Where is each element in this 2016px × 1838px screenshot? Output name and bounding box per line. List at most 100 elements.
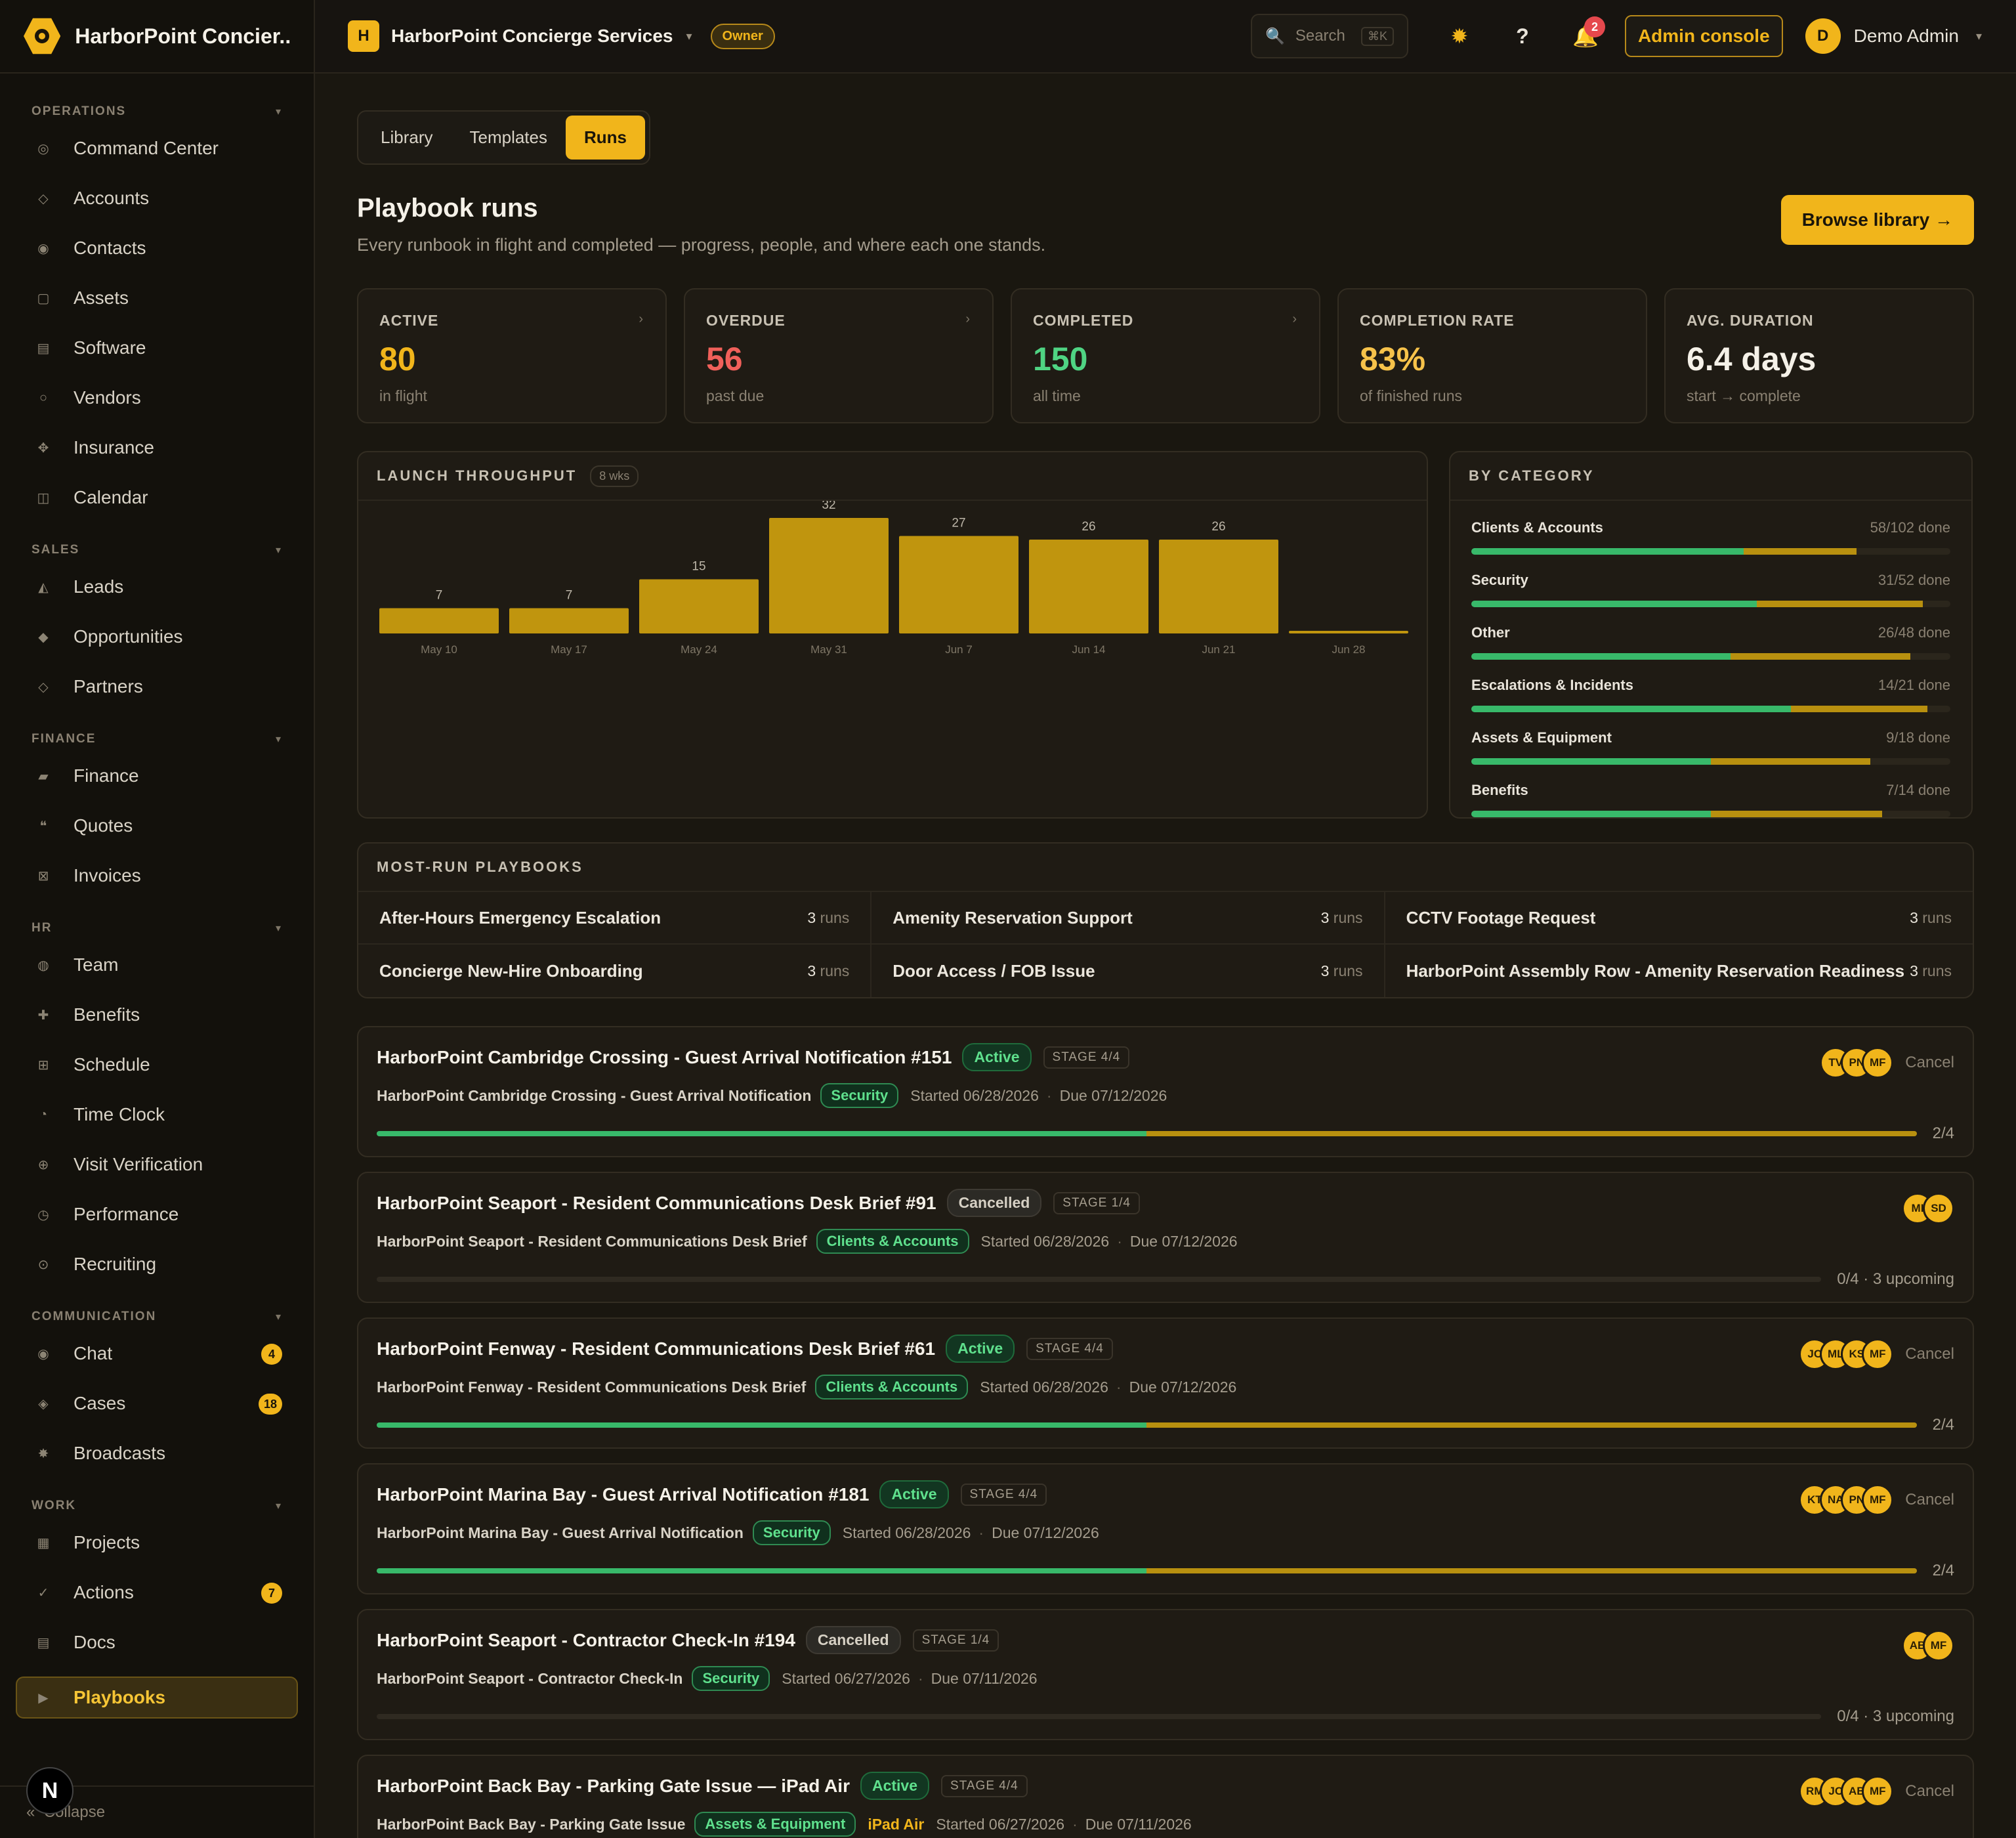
sidebar-item-software[interactable]: ▤ Software bbox=[0, 323, 314, 373]
sidebar-item-docs[interactable]: ▤ Docs bbox=[0, 1617, 314, 1667]
nav-section-header[interactable]: OPERATIONS ▾ bbox=[0, 100, 314, 123]
stat-card-completed[interactable]: COMPLETED 150 all time › bbox=[1011, 288, 1320, 423]
most-run-item[interactable]: After-Hours Emergency Escalation 3 runs bbox=[358, 892, 872, 945]
cancel-button[interactable]: Cancel bbox=[1905, 1782, 1954, 1801]
brand[interactable]: HarborPoint Concier... bbox=[0, 0, 314, 74]
category-row-escalations-incidents[interactable]: Escalations & Incidents 14/21 done bbox=[1450, 677, 1971, 712]
sidebar-item-assets[interactable]: ▢ Assets bbox=[0, 273, 314, 323]
floating-assistant-button[interactable]: N bbox=[26, 1767, 74, 1814]
bar-jun-28[interactable] bbox=[1289, 631, 1408, 633]
sidebar-item-calendar[interactable]: ◫ Calendar bbox=[0, 473, 314, 523]
cancel-button[interactable]: Cancel bbox=[1905, 1054, 1954, 1072]
run-card[interactable]: HarborPoint Seaport - Resident Communica… bbox=[357, 1172, 1974, 1303]
bar-jun-21[interactable] bbox=[1159, 540, 1278, 633]
bar-may-17[interactable] bbox=[509, 608, 629, 634]
avatar[interactable]: MF bbox=[1923, 1630, 1954, 1661]
cancel-button[interactable]: Cancel bbox=[1905, 1345, 1954, 1363]
stat-card-active[interactable]: ACTIVE 80 in flight › bbox=[357, 288, 667, 423]
user-menu[interactable]: D Demo Admin ▾ bbox=[1805, 18, 1982, 54]
category-row-security[interactable]: Security 31/52 done bbox=[1450, 572, 1971, 607]
avatar[interactable]: MF bbox=[1862, 1484, 1894, 1516]
bar-jun-14[interactable] bbox=[1029, 540, 1148, 633]
sidebar-item-invoices[interactable]: ⊠ Invoices bbox=[0, 851, 314, 901]
avatar[interactable]: MF bbox=[1862, 1776, 1894, 1807]
sidebar-item-accounts[interactable]: ◇ Accounts bbox=[0, 173, 314, 223]
sidebar-item-insurance[interactable]: ✥ Insurance bbox=[0, 423, 314, 473]
sidebar-item-label: Benefits bbox=[74, 1004, 140, 1025]
sidebar-item-command-center[interactable]: ◎ Command Center bbox=[0, 123, 314, 173]
sidebar-item-finance[interactable]: ▰ Finance bbox=[0, 751, 314, 801]
sidebar-item-team[interactable]: ◍ Team bbox=[0, 940, 314, 990]
category-row-other[interactable]: Other 26/48 done bbox=[1450, 624, 1971, 660]
sidebar-item-recruiting[interactable]: ⊙ Recruiting bbox=[0, 1239, 314, 1289]
sidebar-item-opportunities[interactable]: ◆ Opportunities bbox=[0, 612, 314, 662]
status-badge: Cancelled bbox=[946, 1189, 1042, 1217]
admin-console-button[interactable]: Admin console bbox=[1624, 15, 1783, 57]
sidebar-item-benefits[interactable]: ✚ Benefits bbox=[0, 990, 314, 1040]
workspace-logo[interactable]: H bbox=[348, 20, 379, 52]
most-run-item[interactable]: Door Access / FOB Issue 3 runs bbox=[872, 945, 1385, 997]
workspace-name[interactable]: HarborPoint Concierge Services bbox=[391, 26, 673, 47]
category-row-assets-equipment[interactable]: Assets & Equipment 9/18 done bbox=[1450, 729, 1971, 765]
nav-section-header[interactable]: WORK ▾ bbox=[0, 1494, 314, 1518]
run-title[interactable]: HarborPoint Back Bay - Parking Gate Issu… bbox=[377, 1776, 850, 1797]
run-card[interactable]: HarborPoint Marina Bay - Guest Arrival N… bbox=[357, 1463, 1974, 1594]
bar-may-31[interactable] bbox=[769, 518, 889, 633]
sidebar-item-broadcasts[interactable]: ✸ Broadcasts bbox=[0, 1428, 314, 1478]
sidebar-item-chat[interactable]: ◉ Chat 4 bbox=[0, 1329, 314, 1378]
nav-section-header[interactable]: COMMUNICATION ▾ bbox=[0, 1305, 314, 1329]
run-title[interactable]: HarborPoint Fenway - Resident Communicat… bbox=[377, 1338, 935, 1359]
run-title[interactable]: HarborPoint Cambridge Crossing - Guest A… bbox=[377, 1047, 952, 1068]
most-run-item[interactable]: CCTV Footage Request 3 runs bbox=[1385, 892, 1973, 945]
category-row-benefits[interactable]: Benefits 7/14 done bbox=[1450, 782, 1971, 817]
sidebar-item-schedule[interactable]: ⊞ Schedule bbox=[0, 1040, 314, 1090]
most-run-item[interactable]: Amenity Reservation Support 3 runs bbox=[872, 892, 1385, 945]
in-flight-fill bbox=[1711, 811, 1882, 817]
nav-section-header[interactable]: HR ▾ bbox=[0, 916, 314, 940]
stat-card-overdue[interactable]: OVERDUE 56 past due › bbox=[684, 288, 994, 423]
sidebar-item-playbooks[interactable]: ▶ Playbooks bbox=[16, 1677, 298, 1719]
bar-may-24[interactable] bbox=[639, 579, 759, 634]
avatar[interactable]: MF bbox=[1862, 1047, 1894, 1079]
sidebar-item-contacts[interactable]: ◉ Contacts bbox=[0, 223, 314, 273]
cancel-button[interactable]: Cancel bbox=[1905, 1491, 1954, 1509]
search-input[interactable]: 🔍 Search ⌘K bbox=[1250, 14, 1408, 58]
notifications-bell-icon[interactable]: 🔔 2 bbox=[1566, 16, 1605, 56]
avatar[interactable]: SD bbox=[1923, 1193, 1954, 1224]
run-card[interactable]: HarborPoint Cambridge Crossing - Guest A… bbox=[357, 1026, 1974, 1157]
sidebar-item-vendors[interactable]: ○ Vendors bbox=[0, 373, 314, 423]
browse-library-button[interactable]: Browse library → bbox=[1780, 195, 1974, 245]
theme-toggle-sun-icon[interactable]: ✹ bbox=[1440, 16, 1479, 56]
sidebar-item-quotes[interactable]: ❝ Quotes bbox=[0, 801, 314, 851]
nav-section-header[interactable]: FINANCE ▾ bbox=[0, 727, 314, 751]
run-title[interactable]: HarborPoint Seaport - Contractor Check-I… bbox=[377, 1630, 795, 1651]
tab-library[interactable]: Library bbox=[362, 116, 451, 160]
run-card[interactable]: HarborPoint Fenway - Resident Communicat… bbox=[357, 1317, 1974, 1449]
run-card[interactable]: HarborPoint Back Bay - Parking Gate Issu… bbox=[357, 1755, 1974, 1838]
sidebar-item-time-clock[interactable]: ◔ Time Clock bbox=[0, 1090, 314, 1140]
sidebar-item-visit-verification[interactable]: ⊕ Visit Verification bbox=[0, 1140, 314, 1189]
tab-runs[interactable]: Runs bbox=[565, 116, 645, 160]
bar-may-10[interactable] bbox=[379, 608, 499, 634]
sidebar-item-leads[interactable]: ◭ Leads bbox=[0, 562, 314, 612]
search-icon: 🔍 bbox=[1265, 27, 1285, 45]
sidebar-item-cases[interactable]: ◈ Cases 18 bbox=[0, 1378, 314, 1428]
nav-section-sales: SALES ▾ ◭ Leads ◆ Opportunities ◇ Partners bbox=[0, 538, 314, 712]
tab-templates[interactable]: Templates bbox=[451, 116, 566, 160]
workspace-chevron-down-icon[interactable]: ▾ bbox=[686, 30, 692, 43]
sidebar-item-projects[interactable]: ▦ Projects bbox=[0, 1518, 314, 1568]
run-title[interactable]: HarborPoint Marina Bay - Guest Arrival N… bbox=[377, 1484, 869, 1505]
sidebar-item-partners[interactable]: ◇ Partners bbox=[0, 662, 314, 712]
category-row-clients-accounts[interactable]: Clients & Accounts 58/102 done bbox=[1450, 519, 1971, 555]
nav-section-header[interactable]: SALES ▾ bbox=[0, 538, 314, 562]
run-card[interactable]: HarborPoint Seaport - Contractor Check-I… bbox=[357, 1609, 1974, 1740]
most-run-item[interactable]: Concierge New-Hire Onboarding 3 runs bbox=[358, 945, 872, 997]
sidebar-item-performance[interactable]: ◷ Performance bbox=[0, 1189, 314, 1239]
sidebar-item-actions[interactable]: ✓ Actions 7 bbox=[0, 1568, 314, 1617]
avatar[interactable]: MF bbox=[1862, 1338, 1894, 1370]
sidebar-item-label: Finance bbox=[74, 765, 139, 786]
bar-jun-7[interactable] bbox=[899, 536, 1018, 634]
help-icon[interactable]: ? bbox=[1503, 16, 1542, 56]
most-run-item[interactable]: HarborPoint Assembly Row - Amenity Reser… bbox=[1385, 945, 1973, 997]
run-title[interactable]: HarborPoint Seaport - Resident Communica… bbox=[377, 1193, 936, 1214]
